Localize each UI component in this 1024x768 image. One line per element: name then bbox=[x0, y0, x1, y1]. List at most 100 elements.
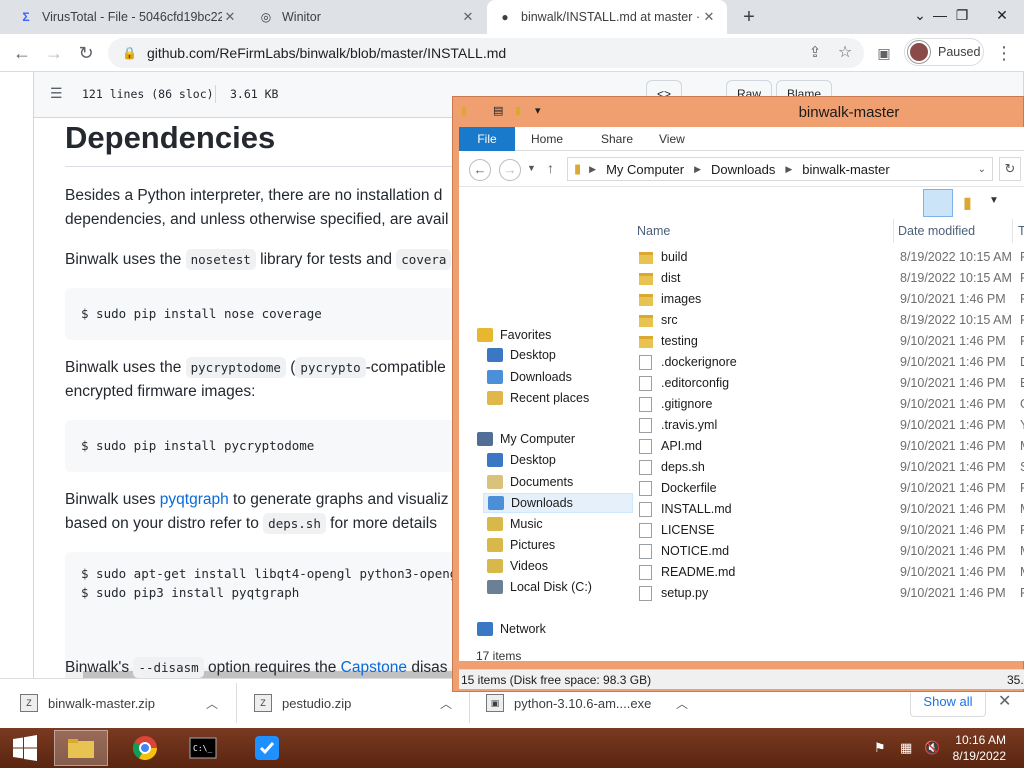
bookmark-star-icon[interactable]: ☆ bbox=[833, 42, 857, 64]
nav-item-favorites[interactable]: Favorites bbox=[473, 325, 623, 345]
back-button[interactable]: ← bbox=[10, 42, 34, 64]
share-icon[interactable]: ⇪ bbox=[803, 42, 827, 64]
file-date: 9/10/2021 1:46 PM bbox=[900, 523, 1006, 537]
file-row[interactable]: .gitignore 9/10/2021 1:46 PM G bbox=[637, 394, 1024, 415]
nav-item-local-disk-c[interactable]: Local Disk (C:) bbox=[483, 577, 633, 597]
music-icon bbox=[487, 517, 503, 531]
volume-muted-icon[interactable]: 🔇 bbox=[924, 740, 940, 756]
tab-home[interactable]: Home bbox=[517, 127, 577, 151]
close-window-button[interactable]: ✕ bbox=[982, 0, 1022, 30]
file-row[interactable]: .editorconfig 9/10/2021 1:46 PM E bbox=[637, 373, 1024, 394]
app-taskbar-button[interactable] bbox=[240, 730, 294, 766]
file-row[interactable]: testing 9/10/2021 1:46 PM F bbox=[637, 331, 1024, 352]
tab-share[interactable]: Share bbox=[587, 127, 647, 151]
chevron-down-icon[interactable]: ▼ bbox=[989, 195, 999, 206]
download-item[interactable]: Z pestudio.zip ︿ bbox=[254, 679, 464, 727]
reload-button[interactable]: ↻ bbox=[74, 42, 98, 64]
refresh-button[interactable]: ↻ bbox=[999, 157, 1021, 181]
file-row[interactable]: INSTALL.md 9/10/2021 1:46 PM M bbox=[637, 499, 1024, 520]
file-row[interactable]: dist 8/19/2022 10:15 AM F bbox=[637, 268, 1024, 289]
computer-icon bbox=[477, 432, 493, 446]
close-icon[interactable]: ✕ bbox=[998, 691, 1011, 711]
back-button[interactable]: ← bbox=[469, 159, 491, 181]
up-icon[interactable]: ↑ bbox=[547, 160, 554, 176]
tab-virustotal[interactable]: Σ VirusTotal - File - 5046cfd19bc22 ✕ bbox=[8, 0, 248, 34]
title-bar[interactable]: ▮ ▤ ▮ ▾ binwalk-master bbox=[453, 97, 1024, 127]
nav-item-network[interactable]: Network bbox=[473, 619, 623, 639]
file-row[interactable]: Dockerfile 9/10/2021 1:46 PM F bbox=[637, 478, 1024, 499]
file-name: LICENSE bbox=[661, 523, 715, 537]
chevron-down-icon[interactable]: ⌄ bbox=[978, 164, 986, 175]
code-block: $ sudo apt-get install libqt4-opengl pyt… bbox=[65, 552, 485, 668]
close-tab-icon[interactable]: ✕ bbox=[222, 9, 238, 25]
column-name[interactable]: Name bbox=[637, 219, 670, 243]
nav-item-desktop[interactable]: Desktop bbox=[483, 450, 633, 470]
file-row[interactable]: NOTICE.md 9/10/2021 1:46 PM M bbox=[637, 541, 1024, 562]
nav-item-recent-places[interactable]: Recent places bbox=[483, 388, 633, 408]
file-type: F bbox=[1020, 481, 1024, 495]
forward-button[interactable]: → bbox=[42, 42, 66, 64]
file-row[interactable]: API.md 9/10/2021 1:46 PM M bbox=[637, 436, 1024, 457]
preview-pane-icon[interactable] bbox=[923, 189, 953, 217]
pyqtgraph-link[interactable]: pyqtgraph bbox=[160, 491, 229, 508]
file-date: 9/10/2021 1:46 PM bbox=[900, 586, 1006, 600]
nav-item-desktop[interactable]: Desktop bbox=[483, 345, 633, 365]
side-panel-icon[interactable]: ▣ bbox=[872, 42, 896, 64]
file-row[interactable]: src 8/19/2022 10:15 AM F bbox=[637, 310, 1024, 331]
file-row[interactable]: setup.py 9/10/2021 1:46 PM P bbox=[637, 583, 1024, 604]
file-row[interactable]: .travis.yml 9/10/2021 1:46 PM Y bbox=[637, 415, 1024, 436]
tab-view[interactable]: View bbox=[645, 127, 699, 151]
file-row[interactable]: build 8/19/2022 10:15 AM F bbox=[637, 247, 1024, 268]
start-button[interactable] bbox=[0, 730, 50, 766]
tab-winitor[interactable]: ◎ Winitor ✕ bbox=[248, 0, 486, 34]
crumb-my-computer[interactable]: My Computer bbox=[606, 162, 684, 177]
file-explorer-taskbar-button[interactable] bbox=[54, 730, 108, 766]
nav-item-downloads[interactable]: Downloads bbox=[483, 367, 633, 387]
nav-item-pictures[interactable]: Pictures bbox=[483, 535, 633, 555]
nav-item-my-computer[interactable]: My Computer bbox=[473, 429, 623, 449]
column-date-modified[interactable]: Date modified bbox=[898, 219, 975, 243]
cmd-taskbar-button[interactable]: C:\_ bbox=[176, 730, 230, 766]
system-clock[interactable]: 10:16 AM 8/19/2022 bbox=[953, 732, 1006, 764]
nav-item-downloads[interactable]: Downloads bbox=[483, 493, 633, 513]
crumb-binwalk-master[interactable]: binwalk-master bbox=[802, 162, 889, 177]
nav-item-documents[interactable]: Documents bbox=[483, 472, 633, 492]
tab-file[interactable]: File bbox=[459, 127, 515, 151]
change-view-icon[interactable]: ▮ bbox=[963, 193, 972, 213]
column-type[interactable]: T bbox=[1018, 219, 1024, 243]
profile-button[interactable]: Paused bbox=[904, 38, 984, 66]
file-row[interactable]: README.md 9/10/2021 1:46 PM M bbox=[637, 562, 1024, 583]
file-row[interactable]: .dockerignore 9/10/2021 1:46 PM D bbox=[637, 352, 1024, 373]
new-tab-button[interactable]: + bbox=[738, 6, 760, 28]
menu-icon[interactable]: ⋮ bbox=[992, 42, 1016, 64]
file-row[interactable]: deps.sh 9/10/2021 1:46 PM S bbox=[637, 457, 1024, 478]
nav-item-music[interactable]: Music bbox=[483, 514, 633, 534]
network-tray-icon[interactable]: ▦ bbox=[900, 740, 912, 756]
restore-button[interactable]: ❐ bbox=[942, 0, 982, 30]
capstone-link[interactable]: Capstone bbox=[341, 659, 407, 676]
folder-icon bbox=[639, 273, 653, 285]
chrome-taskbar-button[interactable] bbox=[118, 730, 172, 766]
file-size: 3.61 KB bbox=[230, 87, 279, 101]
file-date: 9/10/2021 1:46 PM bbox=[900, 502, 1006, 516]
recent-locations-icon[interactable]: ▼ bbox=[527, 163, 536, 173]
address-bar[interactable]: 🔒 github.com/ReFirmLabs/binwalk/blob/mas… bbox=[108, 38, 864, 68]
download-item[interactable]: Z binwalk-master.zip ︿ bbox=[20, 679, 230, 727]
path-breadcrumb[interactable]: ▮ ▶ My Computer ▶ Downloads ▶ binwalk-ma… bbox=[567, 157, 993, 181]
file-type: Y bbox=[1020, 418, 1024, 432]
tab-github-install[interactable]: ● binwalk/INSTALL.md at master · R ✕ bbox=[487, 0, 727, 34]
close-tab-icon[interactable]: ✕ bbox=[701, 9, 717, 25]
flag-icon[interactable]: ⚑ bbox=[874, 740, 886, 756]
chevron-up-icon[interactable]: ︿ bbox=[440, 695, 452, 712]
nav-item-videos[interactable]: Videos bbox=[483, 556, 633, 576]
file-type: M bbox=[1020, 544, 1024, 558]
forward-button[interactable]: → bbox=[499, 159, 521, 181]
file-row[interactable]: images 9/10/2021 1:46 PM F bbox=[637, 289, 1024, 310]
chevron-up-icon[interactable]: ︿ bbox=[206, 695, 218, 712]
code-block: $ sudo pip install pycryptodome bbox=[65, 420, 485, 472]
crumb-downloads[interactable]: Downloads bbox=[711, 162, 775, 177]
chevron-up-icon[interactable]: ︿ bbox=[676, 695, 688, 712]
close-tab-icon[interactable]: ✕ bbox=[460, 9, 476, 25]
file-row[interactable]: LICENSE 9/10/2021 1:46 PM F bbox=[637, 520, 1024, 541]
outline-icon[interactable]: ☰ bbox=[50, 85, 63, 102]
